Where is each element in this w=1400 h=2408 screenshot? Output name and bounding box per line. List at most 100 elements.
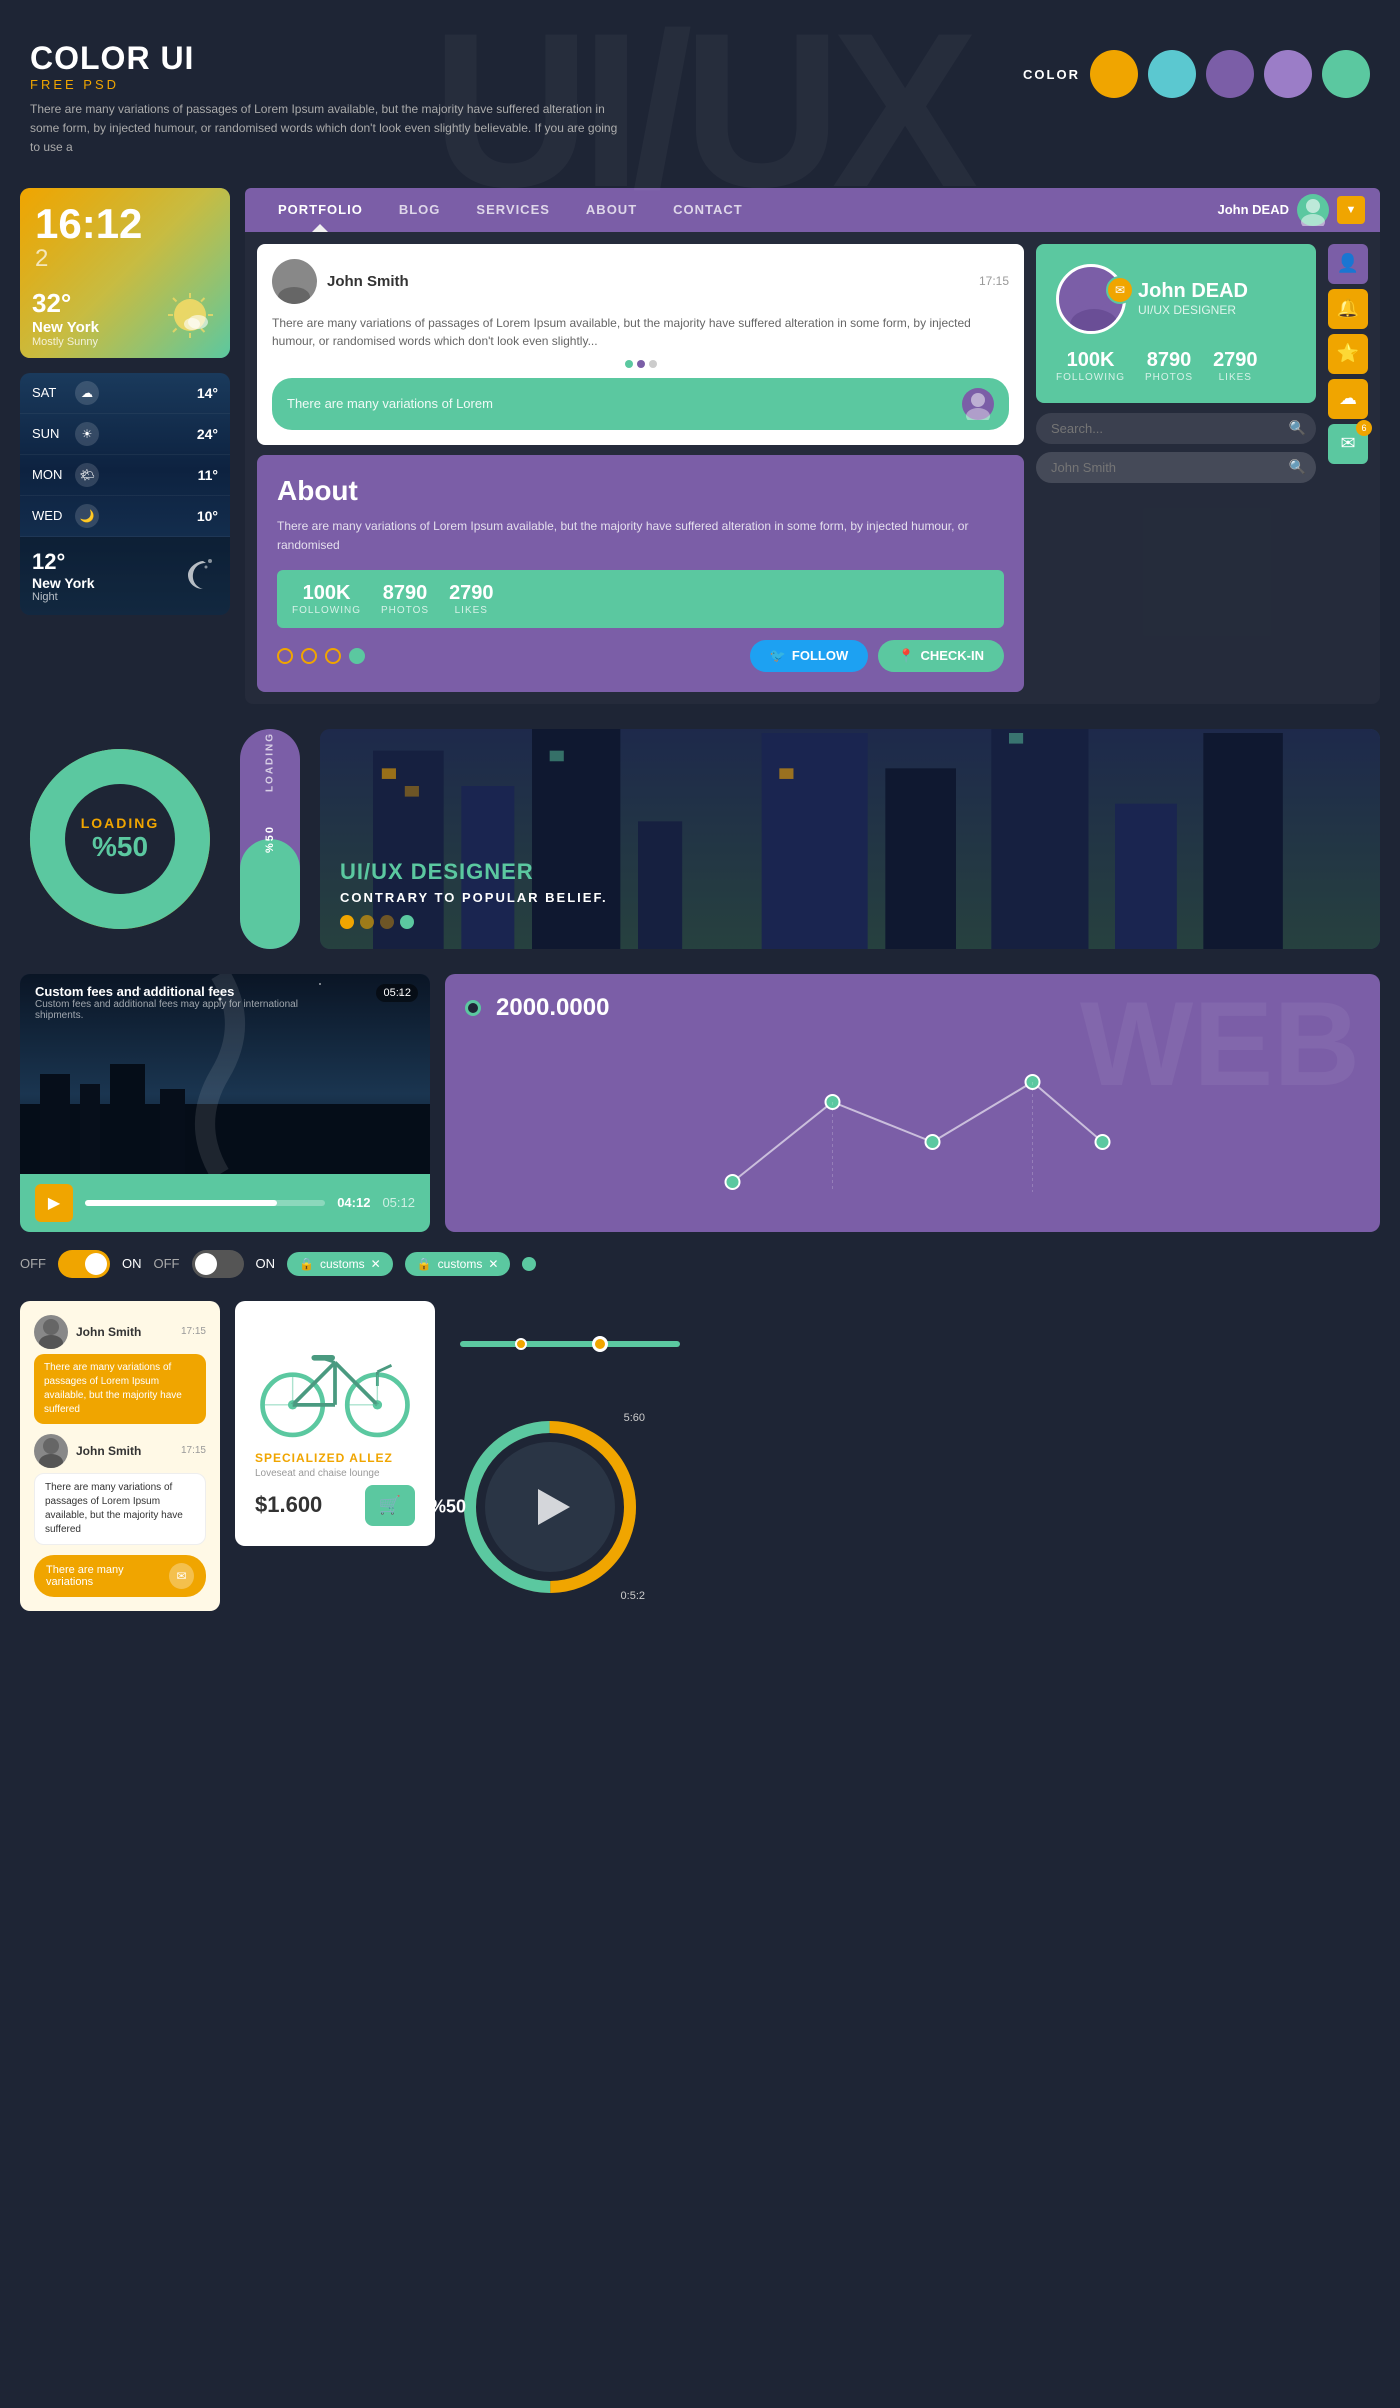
stat-following-value: 100K — [292, 582, 361, 605]
message-card: John Smith 17:15 There are many variatio… — [257, 244, 1024, 445]
banner-dot-3[interactable] — [380, 915, 394, 929]
sidebar-cloud-icon[interactable]: ☁ — [1328, 379, 1368, 419]
indicator-1[interactable] — [277, 648, 293, 664]
nav-content-area: PORTFOLIOBLOGSERVICESABOUTCONTACT John D… — [245, 188, 1380, 704]
typing-indicator — [272, 360, 1009, 368]
stat-following-label: FOLLOWING — [292, 605, 361, 616]
chat-avatar-2 — [34, 1434, 68, 1468]
sidebar-bell-icon[interactable]: 🔔 — [1328, 289, 1368, 329]
chart-value: 2000.0000 — [496, 994, 609, 1022]
dot-3 — [649, 360, 657, 368]
indicator-3[interactable] — [325, 648, 341, 664]
product-image — [255, 1321, 415, 1451]
product-card: SPECIALIZED ALLEZ Loveseat and chaise lo… — [235, 1301, 435, 1546]
tag-badge-1[interactable]: 🔒 customs ✕ — [287, 1252, 393, 1276]
banner-dot-2[interactable] — [360, 915, 374, 929]
tag-label-1: customs — [320, 1257, 365, 1271]
sidebar-mail-icon[interactable]: ✉ 6 — [1328, 424, 1368, 464]
banner-dot-4[interactable] — [400, 915, 414, 929]
play-button[interactable]: ▶ — [35, 1184, 73, 1222]
chat-sender-2: John Smith — [76, 1444, 141, 1458]
dot-1 — [625, 360, 633, 368]
vertical-progress-fill — [240, 839, 300, 949]
video-info: Custom fees and additional fees Custom f… — [35, 984, 315, 1021]
weather-forecast-item: SUN ☀ 24° — [20, 414, 230, 455]
nav-menu-icon[interactable]: ▼ — [1337, 196, 1365, 224]
tag-label-2: customs — [438, 1257, 483, 1271]
nav-user-avatar — [1297, 194, 1329, 226]
tag-close-1[interactable]: ✕ — [371, 1257, 381, 1271]
row-3: Custom fees and additional fees Custom f… — [0, 964, 1400, 1242]
indicator-2[interactable] — [301, 648, 317, 664]
search-input-1[interactable] — [1036, 413, 1316, 444]
profile-header: ✉ John DEAD UI/UX DESIGNER — [1056, 264, 1296, 334]
profile-stat-following: 100K FOLLOWING — [1056, 349, 1125, 383]
stat-likes-value: 2790 — [449, 582, 494, 605]
sidebar-user-icon[interactable]: 👤 — [1328, 244, 1368, 284]
color-swatch-yellow[interactable] — [1090, 50, 1138, 98]
toggle-1[interactable] — [58, 1250, 110, 1278]
checkin-button[interactable]: 📍 CHECK-IN — [878, 640, 1004, 672]
chat-input[interactable]: There are many variations ✉ — [34, 1555, 206, 1597]
end-time: 05:12 — [382, 1195, 415, 1210]
mail-badge: 6 — [1356, 420, 1372, 436]
weather-temp: 32° — [32, 288, 99, 319]
nav-item-services[interactable]: SERVICES — [458, 188, 568, 232]
nav-item-about[interactable]: ABOUT — [568, 188, 655, 232]
search-input-2[interactable] — [1036, 452, 1316, 483]
banner-card: UI/UX DESIGNER CONTRARY TO POPULAR BELIE… — [320, 729, 1380, 949]
forecast-temp: 10° — [197, 508, 218, 524]
forecast-temp: 24° — [197, 426, 218, 442]
profile-photos-value: 8790 — [1145, 349, 1193, 372]
follow-button[interactable]: 🐦 FOLLOW — [750, 640, 869, 672]
profile-stat-photos: 8790 PHOTOS — [1145, 349, 1193, 383]
twitter-icon: 🐦 — [770, 648, 786, 664]
slider-thumb-1[interactable] — [515, 1338, 527, 1350]
forecast-temp: 14° — [197, 385, 218, 401]
weather-forecast-item: MON 🌤 11° — [20, 455, 230, 496]
chat-sender-1: John Smith — [76, 1325, 141, 1339]
progress-bar[interactable] — [85, 1200, 325, 1206]
bike-svg — [255, 1326, 415, 1446]
weather-forecast-item: SAT ☁ 14° — [20, 373, 230, 414]
message-header: John Smith 17:15 — [272, 259, 1009, 304]
chat-send-btn[interactable]: ✉ — [169, 1563, 194, 1589]
nav-username: John DEAD — [1218, 202, 1290, 217]
toggle-off-label-2: OFF — [154, 1256, 180, 1271]
color-swatch-lavender[interactable] — [1264, 50, 1312, 98]
header-description: There are many variations of passages of… — [30, 100, 630, 158]
tag-close-2[interactable]: ✕ — [488, 1257, 498, 1271]
weather-city-temp: 12° — [32, 549, 95, 575]
color-swatch-green[interactable] — [1322, 50, 1370, 98]
weather-forecast-item: WED 🌙 10° — [20, 496, 230, 537]
sidebar-star-icon[interactable]: ⭐ — [1328, 334, 1368, 374]
chart-indicator — [465, 1000, 481, 1016]
chat-msg-2-header: John Smith 17:15 — [34, 1434, 206, 1468]
weather-column: 16:12 2 32° New York Mostly Sunny — [20, 188, 230, 704]
slider-track[interactable] — [460, 1341, 680, 1347]
stat-photos-value: 8790 — [381, 582, 429, 605]
tag-badge-2[interactable]: 🔒 customs ✕ — [405, 1252, 511, 1276]
indicator-4[interactable] — [349, 648, 365, 664]
nav-item-contact[interactable]: CONTACT — [655, 188, 761, 232]
message-reply-bar[interactable]: There are many variations of Lorem — [272, 378, 1009, 430]
action-row: 🐦 FOLLOW 📍 CHECK-IN — [277, 640, 1004, 672]
banner-dot-1[interactable] — [340, 915, 354, 929]
dot-2 — [637, 360, 645, 368]
color-swatch-purple[interactable] — [1206, 50, 1254, 98]
stat-photos: 8790 PHOTOS — [381, 582, 429, 616]
toggle-2[interactable] — [192, 1250, 244, 1278]
status-indicator — [522, 1257, 536, 1271]
profile-card-green: ✉ John DEAD UI/UX DESIGNER 100K FOLLOWIN… — [1036, 244, 1316, 403]
nav-item-blog[interactable]: BLOG — [381, 188, 459, 232]
weather-city-name: New York — [32, 575, 95, 591]
add-to-cart-button[interactable]: 🛒 — [365, 1485, 415, 1526]
color-swatch-cyan[interactable] — [1148, 50, 1196, 98]
row-5: John Smith 17:15 There are many variatio… — [0, 1286, 1400, 1626]
video-player: Custom fees and additional fees Custom f… — [20, 974, 430, 1232]
nav-item-portfolio[interactable]: PORTFOLIO — [260, 188, 381, 232]
about-stats: 100K FOLLOWING 8790 PHOTOS 2790 LIKES — [277, 570, 1004, 628]
slider-thumb-2[interactable] — [592, 1336, 608, 1352]
chat-msg-1: John Smith 17:15 There are many variatio… — [34, 1315, 206, 1424]
stat-following: 100K FOLLOWING — [292, 582, 361, 616]
